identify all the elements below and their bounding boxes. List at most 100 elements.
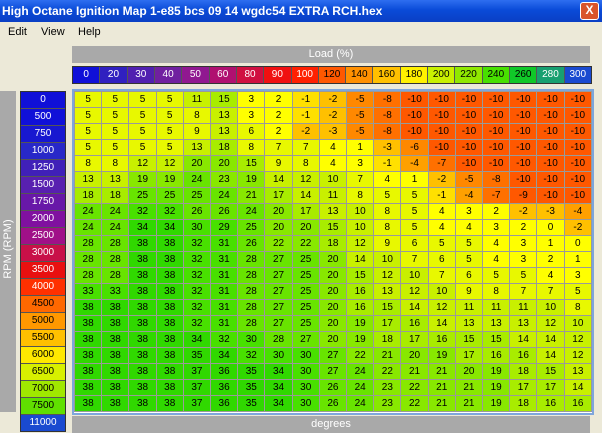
- map-cell[interactable]: -10: [509, 139, 538, 156]
- map-cell[interactable]: 20: [182, 155, 212, 172]
- map-cell[interactable]: 28: [73, 267, 103, 284]
- map-cell[interactable]: 38: [128, 251, 157, 268]
- map-cell[interactable]: 19: [346, 331, 375, 348]
- map-cell[interactable]: 26: [318, 379, 348, 396]
- map-cell[interactable]: 0: [563, 235, 593, 252]
- map-cell[interactable]: 5: [400, 219, 429, 236]
- map-cell[interactable]: 14: [264, 171, 293, 188]
- map-cell[interactable]: -10: [427, 139, 456, 156]
- map-cell[interactable]: 21: [454, 379, 484, 396]
- map-cell[interactable]: 38: [101, 315, 130, 332]
- map-cell[interactable]: 19: [346, 315, 375, 332]
- map-cell[interactable]: 5: [155, 123, 184, 140]
- map-cell[interactable]: 19: [482, 363, 511, 380]
- map-cell[interactable]: 3: [563, 267, 593, 284]
- map-cell[interactable]: -10: [482, 123, 511, 140]
- map-cell[interactable]: -10: [536, 139, 565, 156]
- map-cell[interactable]: 27: [264, 251, 293, 268]
- map-cell[interactable]: 5: [101, 123, 130, 140]
- map-cell[interactable]: 2: [264, 91, 293, 108]
- map-cell[interactable]: -10: [427, 123, 456, 140]
- map-cell[interactable]: 28: [73, 235, 103, 252]
- map-cell[interactable]: 19: [128, 171, 157, 188]
- menu-edit[interactable]: Edit: [8, 26, 27, 38]
- map-cell[interactable]: 38: [73, 347, 103, 364]
- map-cell[interactable]: -6: [400, 139, 429, 156]
- map-cell[interactable]: 25: [291, 267, 320, 284]
- map-cell[interactable]: 30: [264, 347, 293, 364]
- map-cell[interactable]: 30: [291, 363, 320, 380]
- map-cell[interactable]: 6: [454, 267, 484, 284]
- map-cell[interactable]: 28: [73, 251, 103, 268]
- map-cell[interactable]: -10: [400, 123, 429, 140]
- map-cell[interactable]: 11: [454, 299, 484, 316]
- menu-help[interactable]: Help: [78, 26, 101, 38]
- map-cell[interactable]: 12: [563, 331, 593, 348]
- map-cell[interactable]: 28: [237, 267, 266, 284]
- map-cell[interactable]: -10: [536, 155, 565, 172]
- map-cell[interactable]: 12: [346, 235, 375, 252]
- map-cell[interactable]: 7: [509, 283, 538, 300]
- map-cell[interactable]: 13: [509, 315, 538, 332]
- map-cell[interactable]: 38: [155, 315, 184, 332]
- map-cell[interactable]: 27: [264, 299, 293, 316]
- map-cell[interactable]: -10: [563, 91, 593, 108]
- map-cell[interactable]: -3: [536, 203, 565, 220]
- map-cell[interactable]: 14: [563, 379, 593, 396]
- map-cell[interactable]: 34: [264, 363, 293, 380]
- map-cell[interactable]: 5: [128, 91, 157, 108]
- map-cell[interactable]: -10: [509, 123, 538, 140]
- map-cell[interactable]: 6: [237, 123, 266, 140]
- map-cell[interactable]: 24: [101, 219, 130, 236]
- map-cell[interactable]: -10: [563, 155, 593, 172]
- map-cell[interactable]: -10: [536, 107, 565, 124]
- map-cell[interactable]: -10: [482, 91, 511, 108]
- map-cell[interactable]: -2: [563, 219, 593, 236]
- map-cell[interactable]: -10: [482, 139, 511, 156]
- map-cell[interactable]: 27: [318, 347, 348, 364]
- map-cell[interactable]: 24: [346, 379, 375, 396]
- map-cell[interactable]: 25: [182, 187, 212, 204]
- map-cell[interactable]: 34: [128, 219, 157, 236]
- map-cell[interactable]: 8: [291, 155, 320, 172]
- map-cell[interactable]: 4: [427, 219, 456, 236]
- map-cell[interactable]: 38: [73, 299, 103, 316]
- map-cell[interactable]: 4: [482, 251, 511, 268]
- map-cell[interactable]: 1: [346, 139, 375, 156]
- map-cell[interactable]: 7: [264, 139, 293, 156]
- map-cell[interactable]: -10: [563, 171, 593, 188]
- ignition-map-table[interactable]: 5 5 5 5 11 15 3 2 -1 -2 -5 -8 -10 -10 -10 -10 -10 -10 -10 5…: [73, 91, 593, 412]
- map-cell[interactable]: 3: [237, 107, 266, 124]
- map-cell[interactable]: 38: [155, 395, 184, 412]
- map-cell[interactable]: 31: [210, 315, 239, 332]
- map-cell[interactable]: -10: [482, 107, 511, 124]
- map-cell[interactable]: 10: [563, 315, 593, 332]
- map-cell[interactable]: 25: [155, 187, 184, 204]
- map-cell[interactable]: 38: [101, 299, 130, 316]
- map-cell[interactable]: 26: [182, 203, 212, 220]
- map-cell[interactable]: 17: [400, 331, 429, 348]
- map-cell[interactable]: 36: [210, 363, 239, 380]
- map-cell[interactable]: 5: [73, 123, 103, 140]
- map-cell[interactable]: 18: [509, 395, 538, 412]
- map-cell[interactable]: 30: [291, 379, 320, 396]
- map-cell[interactable]: -2: [509, 203, 538, 220]
- map-cell[interactable]: 35: [237, 379, 266, 396]
- map-cell[interactable]: 5: [73, 139, 103, 156]
- map-cell[interactable]: 12: [536, 315, 565, 332]
- map-cell[interactable]: 38: [128, 315, 157, 332]
- map-cell[interactable]: -1: [373, 155, 402, 172]
- map-cell[interactable]: -4: [400, 155, 429, 172]
- map-cell[interactable]: 3: [237, 91, 266, 108]
- map-cell[interactable]: -8: [373, 107, 402, 124]
- map-cell[interactable]: 38: [101, 363, 130, 380]
- map-cell[interactable]: -10: [454, 155, 484, 172]
- map-cell[interactable]: 28: [237, 299, 266, 316]
- map-cell[interactable]: 38: [155, 267, 184, 284]
- map-cell[interactable]: -1: [291, 107, 320, 124]
- map-cell[interactable]: -10: [427, 107, 456, 124]
- map-cell[interactable]: 19: [155, 171, 184, 188]
- map-cell[interactable]: 5: [128, 107, 157, 124]
- map-cell[interactable]: 5: [73, 91, 103, 108]
- map-cell[interactable]: 18: [101, 187, 130, 204]
